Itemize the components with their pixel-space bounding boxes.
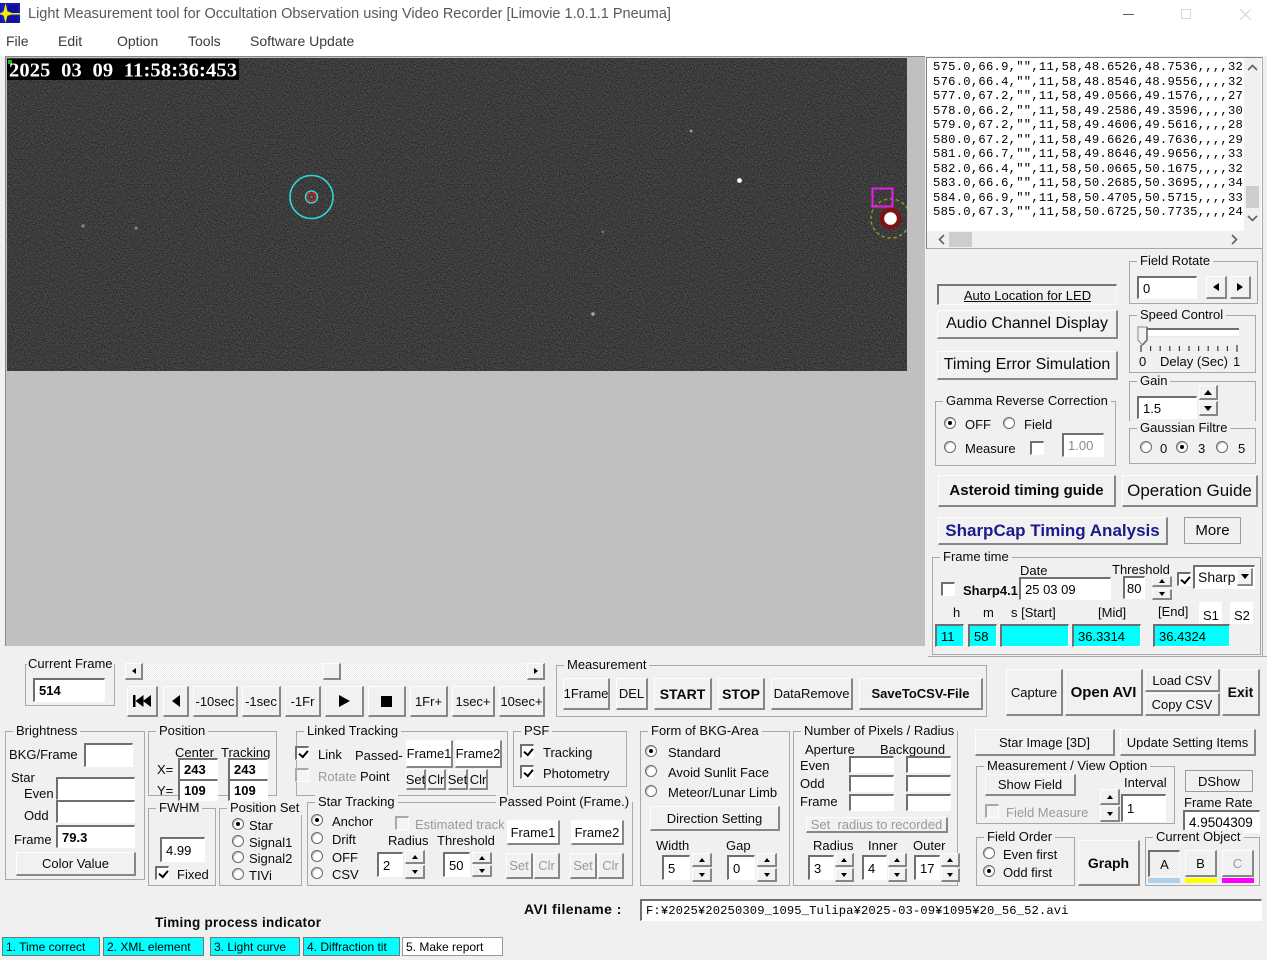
svg-text:2025 03 09 11:58:36:453: 2025 03 09 11:58:36:453 <box>9 60 237 82</box>
